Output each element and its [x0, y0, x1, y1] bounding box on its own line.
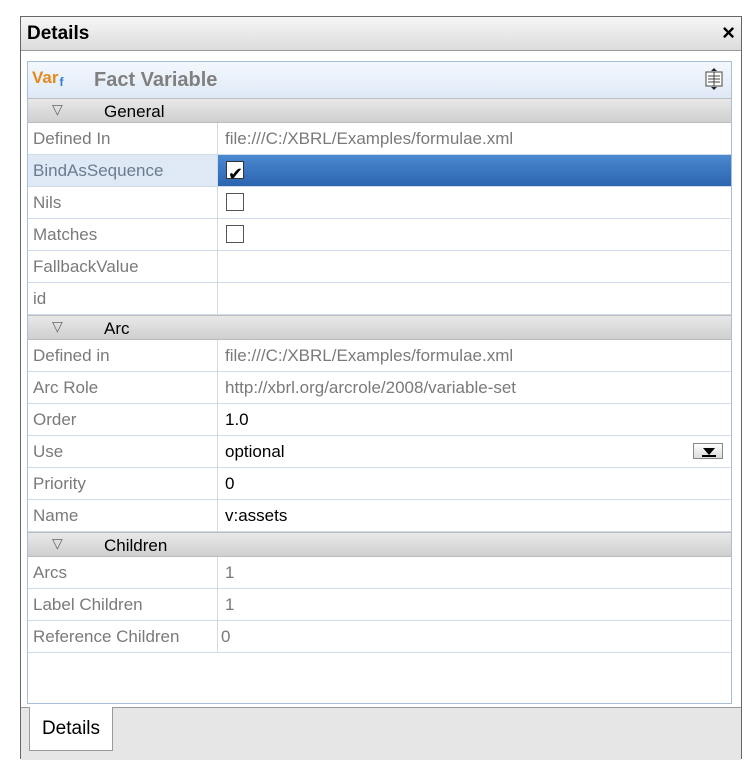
row-label-children[interactable]: Label Children 1 [28, 589, 731, 621]
property-key: Order [28, 404, 218, 435]
property-value[interactable] [218, 251, 731, 282]
property-key: Defined In [28, 123, 218, 154]
matches-checkbox[interactable] [226, 225, 244, 243]
property-value: file:///C:/XBRL/Examples/formulae.xml [225, 346, 514, 365]
property-key: Arc Role [28, 372, 218, 403]
row-defined-in[interactable]: Defined In file:///C:/XBRL/Examples/form… [28, 123, 731, 155]
row-fallback-value[interactable]: FallbackValue [28, 251, 731, 283]
panel-titlebar: Details × [21, 17, 741, 51]
row-name[interactable]: Name v:assets [28, 500, 731, 532]
collapse-triangle-icon[interactable]: ▽ [52, 535, 63, 552]
tab-strip: Details [21, 707, 741, 760]
property-value: http://xbrl.org/arcrole/2008/variable-se… [225, 378, 517, 397]
property-key: BindAsSequence [28, 155, 218, 186]
panel-title: Details [27, 23, 90, 44]
property-key: Nils [28, 187, 218, 218]
property-key: Reference Children [28, 621, 218, 652]
row-order[interactable]: Order 1.0 [28, 404, 731, 436]
bind-as-sequence-checkbox[interactable]: ✔ [226, 161, 244, 184]
row-nils[interactable]: Nils [28, 187, 731, 219]
checkmark-icon: ✔ [228, 164, 244, 184]
row-arc-defined-in[interactable]: Defined in file:///C:/XBRL/Examples/form… [28, 340, 731, 372]
dropdown-arrow-icon[interactable] [693, 443, 723, 459]
section-children[interactable]: ▽ Children [28, 532, 731, 557]
details-panel: Details × Varf Fact Variable ▽ General D… [20, 16, 742, 760]
property-value: 0 [221, 627, 231, 646]
collapse-expand-icon[interactable] [705, 68, 723, 90]
row-matches[interactable]: Matches [28, 219, 731, 251]
property-key: FallbackValue [28, 251, 218, 282]
property-value[interactable]: 1.0 [218, 404, 731, 435]
row-arc-role[interactable]: Arc Role http://xbrl.org/arcrole/2008/va… [28, 372, 731, 404]
row-use[interactable]: Use optional [28, 436, 731, 468]
component-header: Varf Fact Variable [28, 62, 731, 99]
row-id[interactable]: id [28, 283, 731, 315]
property-key: Name [28, 500, 218, 531]
section-label: Arc [104, 319, 130, 338]
property-key: Defined in [28, 340, 218, 371]
row-arcs[interactable]: Arcs 1 [28, 557, 731, 589]
property-value: 1 [225, 595, 235, 614]
row-priority[interactable]: Priority 0 [28, 468, 731, 500]
collapse-triangle-icon[interactable]: ▽ [52, 318, 63, 335]
row-bind-as-sequence[interactable]: BindAsSequence ✔ [28, 155, 731, 187]
property-key: Priority [28, 468, 218, 499]
property-key: Label Children [28, 589, 218, 620]
logo-main-text: Var [32, 68, 59, 87]
section-general[interactable]: ▽ General [28, 98, 731, 123]
property-value[interactable]: ✔ [218, 155, 731, 186]
section-label: Children [104, 536, 168, 555]
collapse-triangle-icon[interactable]: ▽ [52, 101, 63, 118]
use-selected-value: optional [225, 442, 285, 461]
property-value[interactable] [218, 187, 731, 218]
property-value[interactable] [218, 219, 731, 250]
nils-checkbox[interactable] [226, 193, 244, 211]
section-arc[interactable]: ▽ Arc [28, 315, 731, 340]
property-value[interactable]: v:assets [218, 500, 731, 531]
property-value: 1 [225, 563, 235, 582]
property-grid: Varf Fact Variable ▽ General Defined In [27, 61, 732, 704]
property-value[interactable]: 0 [218, 468, 731, 499]
component-title: Fact Variable [94, 69, 218, 91]
close-icon[interactable]: × [722, 20, 735, 46]
logo-sub-text: f [59, 75, 64, 89]
section-label: General [104, 102, 165, 121]
property-value: file:///C:/XBRL/Examples/formulae.xml [225, 129, 514, 148]
fact-variable-icon: Varf [32, 68, 63, 89]
property-key: Use [28, 436, 218, 467]
use-select[interactable]: optional [218, 436, 731, 467]
property-key: Matches [28, 219, 218, 250]
property-key: id [28, 283, 218, 314]
row-reference-children[interactable]: Reference Children 0 [28, 621, 731, 653]
property-value[interactable] [218, 283, 731, 314]
tab-details[interactable]: Details [29, 707, 113, 751]
property-key: Arcs [28, 557, 218, 588]
